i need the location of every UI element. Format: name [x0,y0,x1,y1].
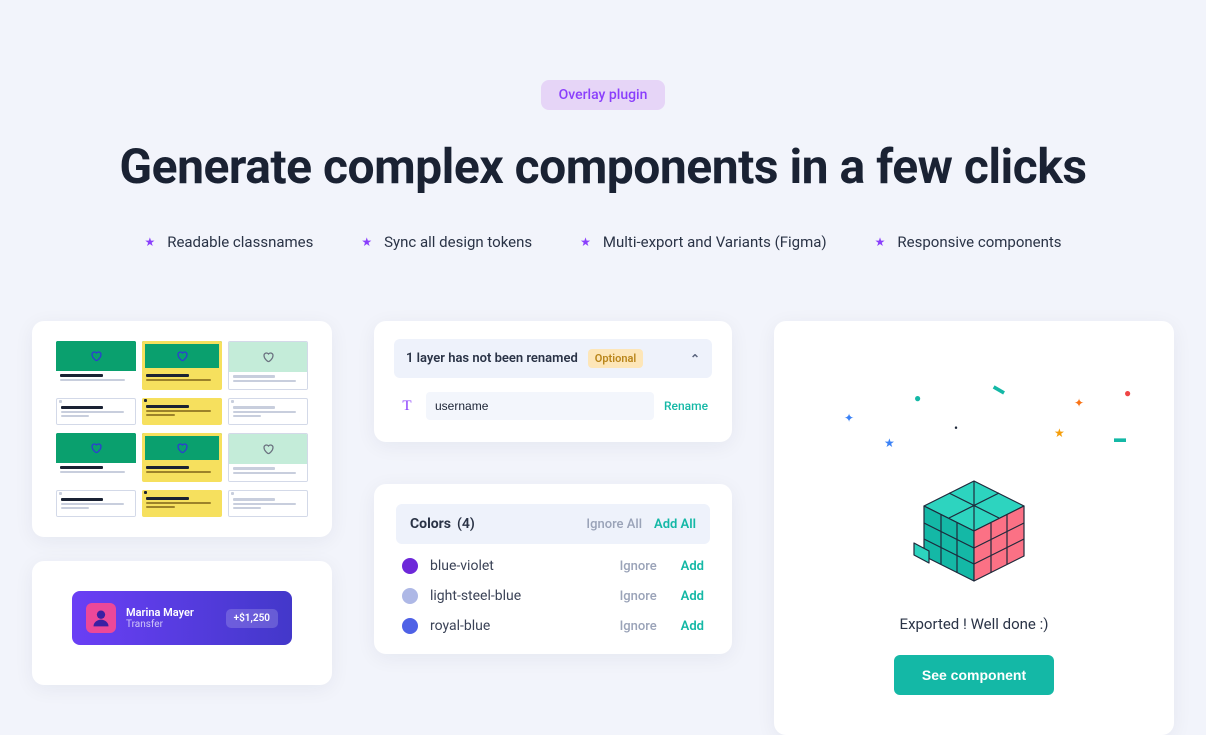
color-swatch [402,618,418,634]
export-success-card: ✦ ● • ▬ ★ ✦ ★ ● ▬ [774,321,1174,735]
colors-label: Colors [410,516,451,532]
rename-heading: 1 layer has not been renamed [406,351,578,366]
ignore-button[interactable]: Ignore [620,589,657,604]
feature-label: Multi-export and Variants (Figma) [603,233,827,251]
feature-list: ★ Readable classnames ★ Sync all design … [30,233,1176,251]
variant-thumbnail [228,341,308,390]
feature-label: Readable classnames [167,233,313,251]
feature-label: Responsive components [897,233,1061,251]
variant-thumbnail [56,490,136,517]
variant-thumbnail [142,433,222,482]
add-button[interactable]: Add [681,619,704,634]
color-name: royal-blue [430,618,490,634]
star-icon: ★ [144,235,155,249]
star-icon: ★ [361,235,372,249]
transfer-preview-card: Marina Mayer Transfer +$1,250 [32,561,332,685]
add-button[interactable]: Add [681,589,704,604]
feature-item: ★ Multi-export and Variants (Figma) [580,233,827,251]
success-message: Exported ! Well done :) [814,615,1134,633]
star-icon: ★ [580,235,591,249]
colors-panel: Colors (4) Ignore All Add All blue-viole… [374,484,732,654]
color-row: light-steel-blue Ignore Add [402,588,704,604]
optional-badge: Optional [588,349,643,368]
variant-thumbnail [56,398,136,425]
variant-thumbnail [228,433,308,482]
rename-button[interactable]: Rename [664,399,708,413]
ignore-button[interactable]: Ignore [620,559,657,574]
ignore-all-button[interactable]: Ignore All [586,517,642,532]
color-swatch [402,558,418,574]
see-component-button[interactable]: See component [894,655,1054,695]
color-name: light-steel-blue [430,588,521,604]
color-name: blue-violet [430,558,494,574]
variant-thumbnail [228,490,308,517]
transfer-sub: Transfer [126,619,216,630]
avatar [86,603,116,633]
color-row: blue-violet Ignore Add [402,558,704,574]
rename-panel-header[interactable]: 1 layer has not been renamed Optional ⌃ [394,339,712,378]
variant-thumbnail [142,490,222,517]
variant-thumbnail [228,398,308,425]
variant-thumbnail [142,341,222,390]
feature-item: ★ Sync all design tokens [361,233,532,251]
layer-name-input[interactable] [426,392,654,420]
color-swatch [402,588,418,604]
colors-count: (4) [457,516,475,532]
page-title: Generate complex components in a few cli… [30,138,1176,195]
add-button[interactable]: Add [681,559,704,574]
star-icon: ★ [875,235,886,249]
variant-thumbnail [56,341,136,390]
overlay-plugin-badge: Overlay plugin [541,80,666,110]
rename-layer-panel: 1 layer has not been renamed Optional ⌃ … [374,321,732,442]
feature-item: ★ Responsive components [875,233,1062,251]
confetti-art: ✦ ● • ▬ ★ ✦ ★ ● ▬ [814,381,1134,491]
feature-label: Sync all design tokens [384,233,532,251]
chevron-up-icon[interactable]: ⌃ [690,352,700,366]
transfer-row: Marina Mayer Transfer +$1,250 [72,591,292,645]
text-layer-icon: T [398,398,416,415]
feature-item: ★ Readable classnames [144,233,313,251]
add-all-button[interactable]: Add All [654,517,696,532]
transfer-name: Marina Mayer [126,606,216,619]
transfer-amount: +$1,250 [226,609,278,628]
variants-preview-card [32,321,332,537]
color-row: royal-blue Ignore Add [402,618,704,634]
variant-thumbnail [56,433,136,482]
ignore-button[interactable]: Ignore [620,619,657,634]
variant-thumbnail [142,398,222,425]
